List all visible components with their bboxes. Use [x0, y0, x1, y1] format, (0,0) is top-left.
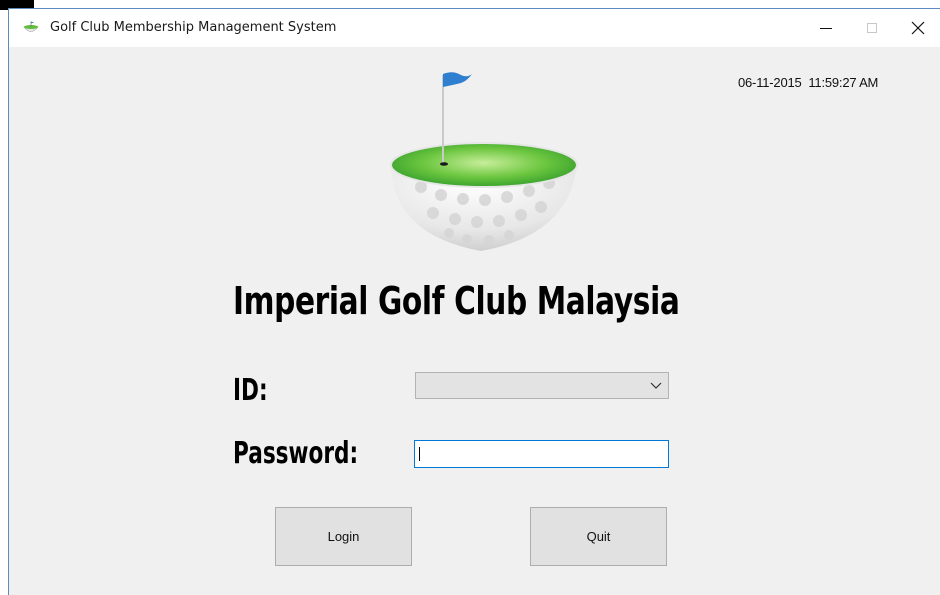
- app-window: Golf Club Membership Management System 0…: [8, 8, 940, 595]
- close-button[interactable]: [895, 9, 940, 47]
- title-bar[interactable]: Golf Club Membership Management System: [9, 9, 940, 47]
- club-name-heading: Imperial Golf Club Malaysia: [233, 279, 680, 323]
- id-label: ID:: [233, 373, 268, 408]
- maximize-button[interactable]: [849, 9, 895, 47]
- minimize-button[interactable]: [803, 9, 849, 47]
- window-title: Golf Club Membership Management System: [50, 20, 337, 35]
- id-combobox[interactable]: [415, 372, 669, 399]
- text-caret: [419, 447, 420, 461]
- close-icon: [911, 21, 925, 35]
- password-input[interactable]: [414, 440, 669, 468]
- chevron-down-icon[interactable]: [650, 380, 662, 390]
- golf-logo-icon: [390, 72, 578, 251]
- app-icon: [23, 21, 39, 32]
- maximize-icon: [867, 23, 877, 33]
- login-button[interactable]: Login: [275, 507, 412, 566]
- datetime-display: 06-11-2015 11:59:27 AM: [738, 75, 879, 90]
- password-label: Password:: [233, 436, 359, 471]
- login-panel: 06-11-2015 11:59:27 AM Imperial Golf Clu…: [9, 47, 940, 595]
- minimize-icon: [820, 27, 832, 29]
- quit-button[interactable]: Quit: [530, 507, 667, 566]
